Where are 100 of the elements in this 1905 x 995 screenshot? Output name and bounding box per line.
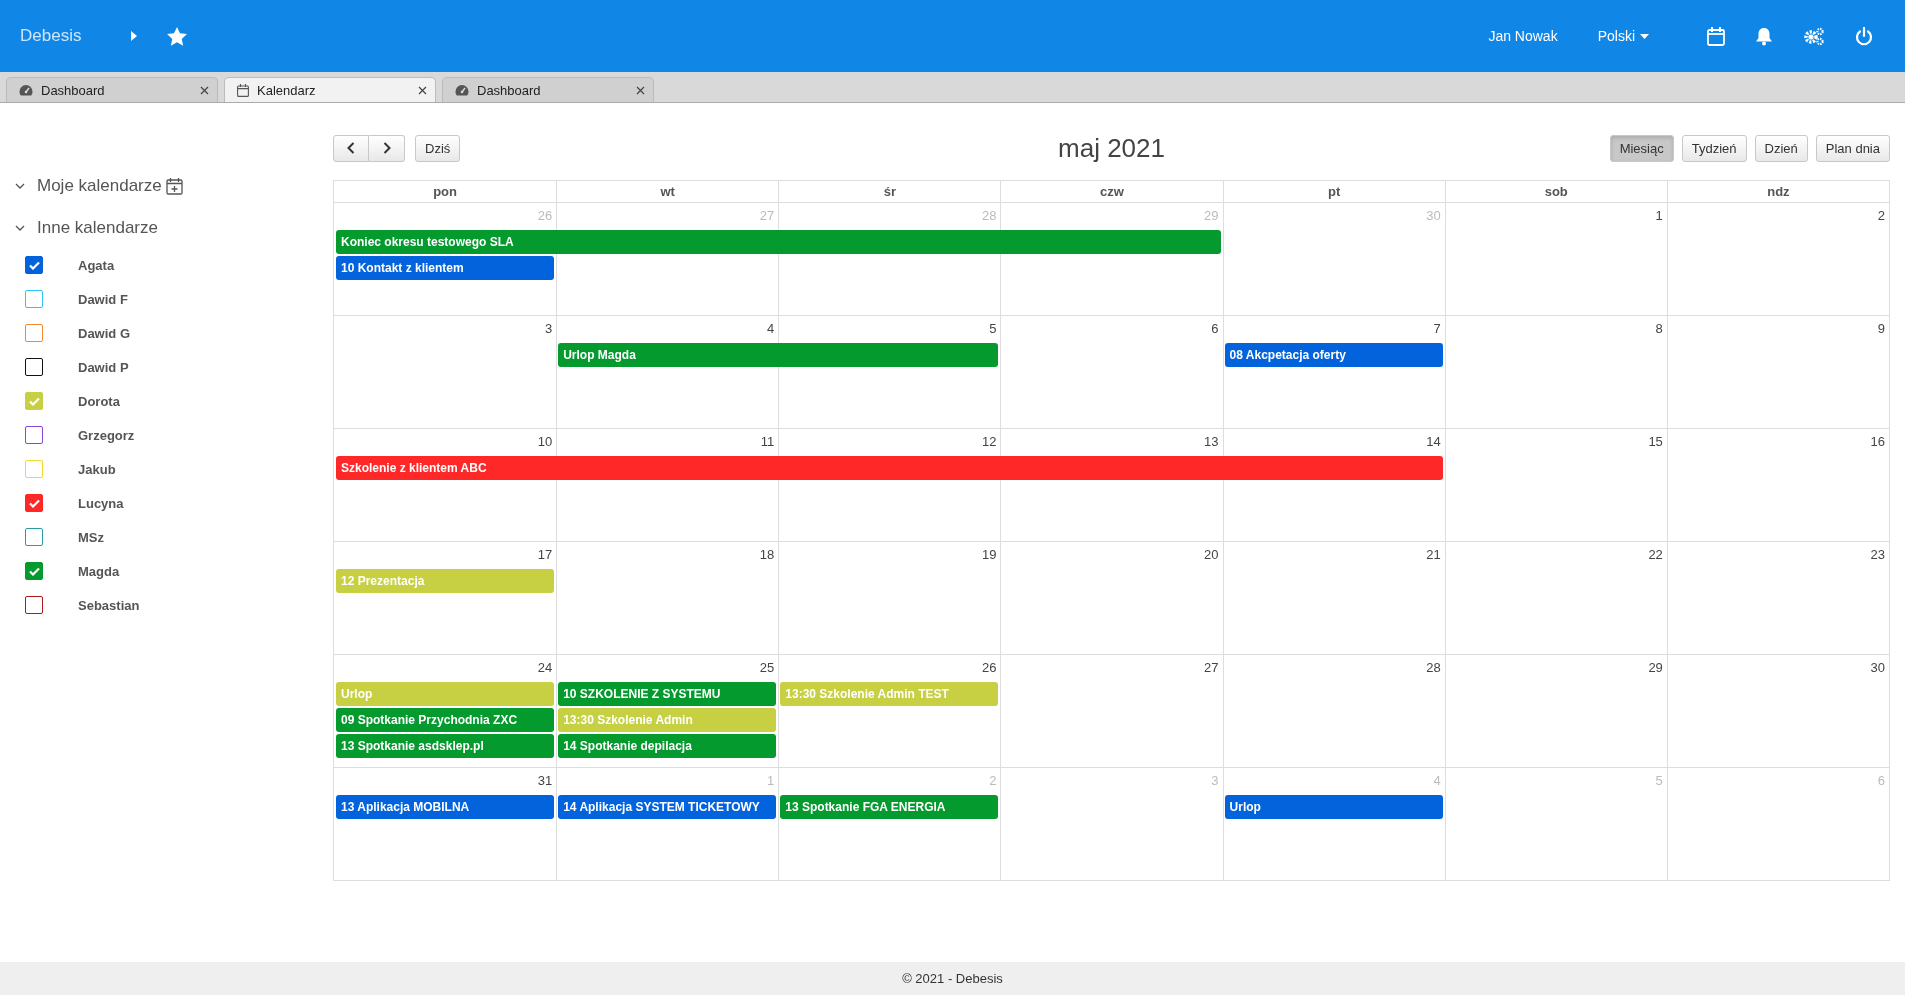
day-number[interactable]: 1 xyxy=(1655,208,1663,223)
calendar-name[interactable]: Jakub xyxy=(78,461,116,477)
calendar-event[interactable]: 08 Akcpetacja oferty xyxy=(1224,343,1443,367)
check-icon xyxy=(28,498,40,508)
day-number[interactable]: 15 xyxy=(1648,434,1663,449)
language-dropdown[interactable]: Polski xyxy=(1597,28,1649,44)
day-number[interactable]: 12 xyxy=(981,434,997,449)
checkbox[interactable] xyxy=(25,324,43,342)
checkbox[interactable] xyxy=(25,528,43,546)
calendar-name[interactable]: Dawid G xyxy=(78,325,130,341)
day-number[interactable]: 14 xyxy=(1426,434,1441,449)
day-number[interactable]: 17 xyxy=(537,547,553,562)
day-number[interactable]: 6 xyxy=(1211,321,1219,336)
calendar-event[interactable]: Koniec okresu testowego SLA xyxy=(336,230,1221,254)
view-button[interactable]: Miesiąc xyxy=(1609,134,1674,162)
section-header[interactable]: Moje kalendarze xyxy=(0,175,183,197)
day-number[interactable]: 13 xyxy=(1204,434,1219,449)
day-number[interactable]: 5 xyxy=(989,321,997,336)
calendar-event[interactable]: 09 Spotkanie Przychodnia ZXC xyxy=(336,708,555,732)
weekday-header: ndz xyxy=(1666,181,1889,202)
calendar-event[interactable]: 13 Aplikacja MOBILNA xyxy=(336,795,555,819)
tab[interactable]: Kalendarz xyxy=(224,77,436,102)
day-number[interactable]: 31 xyxy=(537,773,553,788)
calendar-event[interactable]: 14 Spotkanie depilacja xyxy=(558,734,777,758)
close-icon[interactable] xyxy=(418,85,427,95)
calendar-event[interactable]: 13 Spotkanie asdsklep.pl xyxy=(336,734,555,758)
day-number[interactable]: 10 xyxy=(537,434,553,449)
check-icon xyxy=(28,566,40,576)
day-number[interactable]: 11 xyxy=(760,434,775,449)
day-number[interactable]: 2 xyxy=(1877,208,1885,223)
day-number[interactable]: 7 xyxy=(1433,321,1441,336)
chevron-right-icon xyxy=(382,142,391,154)
day-number[interactable]: 25 xyxy=(759,660,775,675)
close-icon[interactable] xyxy=(636,85,645,95)
user-name-link[interactable]: Jan Nowak xyxy=(1488,28,1558,44)
next-button[interactable] xyxy=(369,134,405,162)
today-button[interactable]: Dziś xyxy=(415,134,461,162)
day-number[interactable]: 4 xyxy=(767,321,775,336)
tab[interactable]: Dashboard xyxy=(6,77,218,102)
day-number[interactable]: 23 xyxy=(1870,547,1885,562)
calendar-event[interactable]: 10 SZKOLENIE Z SYSTEMU xyxy=(558,682,777,706)
calendar-name[interactable]: Dawid P xyxy=(78,359,129,375)
close-icon[interactable] xyxy=(200,85,209,95)
checkbox[interactable] xyxy=(25,426,43,444)
day-number[interactable]: 27 xyxy=(1204,660,1219,675)
calendar-title: maj 2021 xyxy=(1058,132,1165,164)
caret-right-icon[interactable] xyxy=(131,31,138,41)
chevron-left-icon xyxy=(347,142,355,154)
star-icon[interactable] xyxy=(167,26,188,46)
checkbox[interactable] xyxy=(25,494,43,512)
calendar-name[interactable]: Dorota xyxy=(78,393,120,409)
checkbox[interactable] xyxy=(25,358,43,376)
calendar-name[interactable]: Agata xyxy=(78,257,115,273)
previous-button[interactable] xyxy=(333,134,369,162)
day-number[interactable]: 3 xyxy=(544,321,553,336)
calendar-name[interactable]: MSz xyxy=(78,529,104,545)
gauge-icon xyxy=(455,84,469,96)
day-number[interactable]: 9 xyxy=(1877,321,1885,336)
calendar-icon xyxy=(237,83,249,97)
calendar-name[interactable]: Dawid F xyxy=(78,291,128,307)
section-header[interactable]: Inne kalendarze xyxy=(0,217,158,239)
calendar-event[interactable]: Urlop Magda xyxy=(558,343,999,367)
add-calendar-icon[interactable] xyxy=(165,177,183,195)
day-number[interactable]: 26 xyxy=(981,660,997,675)
checkbox[interactable] xyxy=(25,256,43,274)
day-number[interactable]: 16 xyxy=(1870,434,1885,449)
calendar-event[interactable]: 14 Aplikacja SYSTEM TICKETOWY xyxy=(558,795,777,819)
chevron-icon[interactable] xyxy=(15,225,25,231)
day-number[interactable]: 20 xyxy=(1204,547,1219,562)
day-number[interactable]: 21 xyxy=(1426,547,1441,562)
day-number[interactable]: 30 xyxy=(1870,660,1885,675)
calendar-name[interactable]: Lucyna xyxy=(78,495,124,511)
caret-down-icon xyxy=(1640,33,1649,39)
chevron-icon[interactable] xyxy=(15,183,25,189)
section-title[interactable]: Inne kalendarze xyxy=(37,218,158,238)
day-number[interactable]: 29 xyxy=(1648,660,1663,675)
calendar-name[interactable]: Magda xyxy=(78,563,120,579)
tab[interactable]: Dashboard xyxy=(442,77,654,102)
calendar-event[interactable]: 13 Spotkanie FGA ENERGIA xyxy=(780,795,999,819)
view-button[interactable]: Tydzień xyxy=(1681,134,1747,162)
day-number[interactable]: 24 xyxy=(537,660,553,675)
checkbox[interactable] xyxy=(25,562,43,580)
day-number[interactable]: 18 xyxy=(759,547,775,562)
day-number[interactable]: 8 xyxy=(1655,321,1663,336)
checkbox[interactable] xyxy=(25,596,43,614)
view-button[interactable]: Dzień xyxy=(1754,134,1808,162)
weekday-header: sob xyxy=(1444,181,1667,202)
calendar-event[interactable]: 10 Kontakt z klientem xyxy=(336,256,555,280)
day-number[interactable]: 19 xyxy=(981,547,997,562)
weekday-header: pon xyxy=(432,183,458,201)
calendar-name[interactable]: Grzegorz xyxy=(78,427,135,443)
calendar-event[interactable]: Szkolenie z klientem ABC xyxy=(336,456,1443,480)
calendar-name[interactable]: Sebastian xyxy=(78,597,140,613)
view-button[interactable]: Plan dnia xyxy=(1815,134,1890,162)
calendar-event[interactable]: Urlop xyxy=(1224,795,1443,819)
day-number[interactable]: 22 xyxy=(1648,547,1663,562)
section-title[interactable]: Moje kalendarze xyxy=(37,176,162,196)
day-number[interactable]: 28 xyxy=(1426,660,1441,675)
checkbox[interactable] xyxy=(25,290,43,308)
gauge-icon xyxy=(19,84,33,96)
